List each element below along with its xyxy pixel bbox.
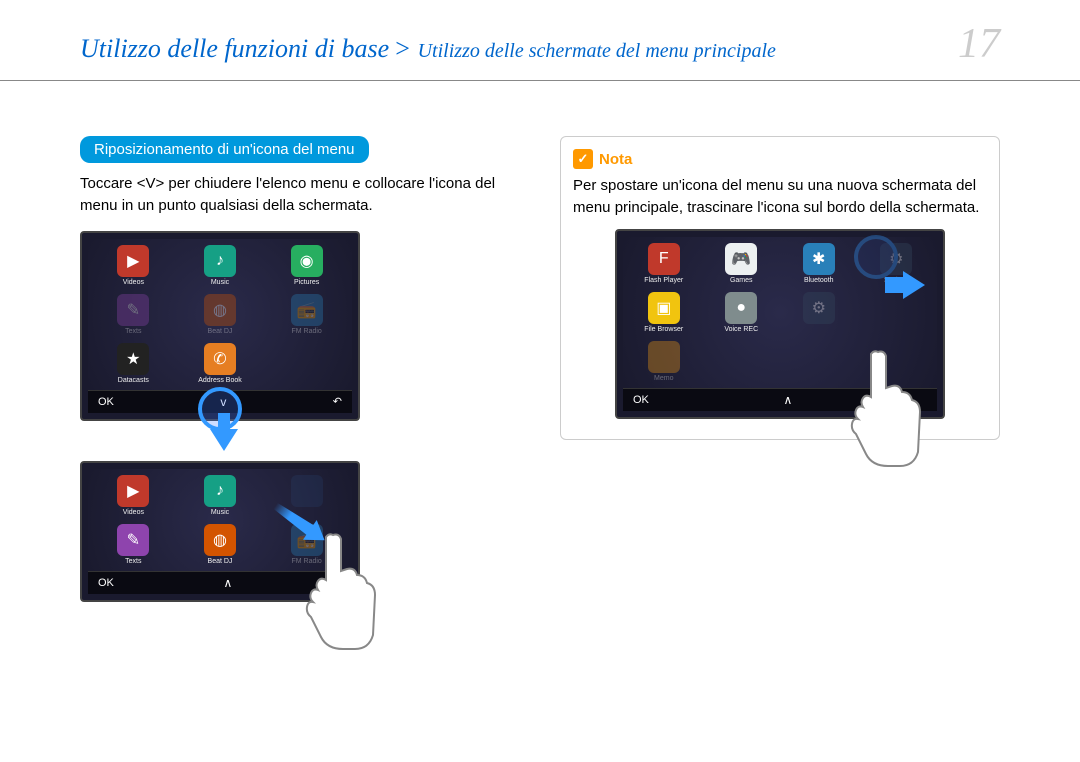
texts-icon: ✎Texts xyxy=(92,522,175,567)
videos-icon: ▶Videos xyxy=(92,243,175,288)
datacasts-icon: ★Datacasts xyxy=(92,341,175,386)
pictures-icon: ◉Pictures xyxy=(265,243,348,288)
breadcrumb-main: Utilizzo delle funzioni di base xyxy=(80,34,389,63)
filebrowser-icon: ▣File Browser xyxy=(627,290,701,335)
note-check-icon: ✓ xyxy=(573,149,593,169)
texts-icon: ✎Texts xyxy=(92,292,175,337)
beatdj-icon: ◍Beat DJ xyxy=(179,292,262,337)
games-icon: 🎮Games xyxy=(705,241,779,286)
voicerec-icon: ●Voice REC xyxy=(705,290,779,335)
videos-icon: ▶Videos xyxy=(92,473,175,518)
ok-button: OK xyxy=(633,394,649,406)
memo-icon: Memo xyxy=(627,339,701,384)
page-number: 17 xyxy=(958,20,1000,68)
addressbook-icon: ✆Address Book xyxy=(179,341,262,386)
note-text: Per spostare un'icona del menu su una nu… xyxy=(573,175,987,219)
settings-icon: ⚙ xyxy=(782,290,856,335)
note-label: Nota xyxy=(599,151,632,168)
section-heading: Riposizionamento di un'icona del menu xyxy=(80,136,369,163)
body-text: Toccare <V> per chiudere l'elenco menu e… xyxy=(80,173,520,217)
bluetooth-icon: ✱Bluetooth xyxy=(782,241,856,286)
arrow-down-icon xyxy=(210,429,238,451)
music-icon: ♪Music xyxy=(179,473,262,518)
hand-pointer-icon xyxy=(838,342,928,472)
music-icon: ♪Music xyxy=(179,243,262,288)
note-box: ✓ Nota Per spostare un'icona del menu su… xyxy=(560,136,1000,440)
hand-pointer-icon xyxy=(293,525,383,655)
page-header: Utilizzo delle funzioni di base > Utiliz… xyxy=(0,0,1080,81)
device-screenshot-2: ▶Videos ♪Music ✎Texts ◍Beat DJ 📻FM Radio… xyxy=(80,461,360,602)
flashplayer-icon: FFlash Player xyxy=(627,241,701,286)
chevron-up-icon: ∧ xyxy=(784,393,793,407)
device-screenshot-1: ▶Videos ♪Music ◉Pictures ✎Texts ◍Beat DJ… xyxy=(80,231,360,421)
beatdj-icon: ◍Beat DJ xyxy=(179,522,262,567)
ok-button: OK xyxy=(98,396,114,408)
drag-arrow-right-icon xyxy=(903,271,925,299)
chevron-up-icon: ∧ xyxy=(224,576,233,590)
back-icon: ↶ xyxy=(333,395,342,408)
fmradio-icon: 📻FM Radio xyxy=(265,292,348,337)
device-screenshot-note: FFlash Player 🎮Games ✱Bluetooth ⚙Setting… xyxy=(615,229,945,419)
left-column: Riposizionamento di un'icona del menu To… xyxy=(80,136,520,610)
right-column: ✓ Nota Per spostare un'icona del menu su… xyxy=(560,136,1000,610)
breadcrumb: Utilizzo delle funzioni di base > Utiliz… xyxy=(80,34,776,64)
breadcrumb-sub: Utilizzo delle schermate del menu princi… xyxy=(418,40,776,62)
touch-highlight xyxy=(854,235,898,279)
ok-button: OK xyxy=(98,577,114,589)
breadcrumb-separator: > xyxy=(394,34,418,63)
